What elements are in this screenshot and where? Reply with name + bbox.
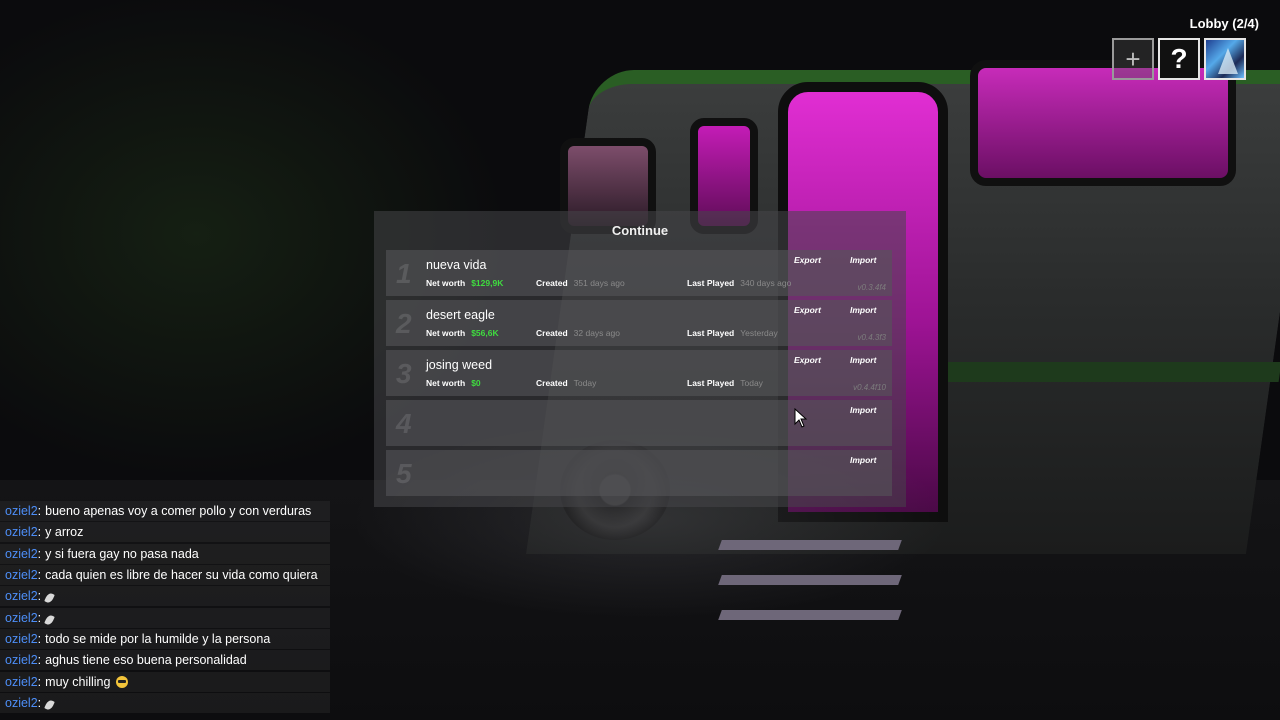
- step: [718, 575, 902, 585]
- chat-message: oziel2: cada quien es libre de hacer su v…: [0, 565, 330, 586]
- player-avatar[interactable]: [1204, 38, 1246, 80]
- chat-message: oziel2:: [0, 607, 330, 628]
- created-label: Created: [536, 278, 568, 288]
- created-label: Created: [536, 328, 568, 338]
- version-label: v0.3.4f4: [857, 283, 886, 292]
- chat-text: aghus tiene eso buena personalidad: [45, 653, 247, 668]
- slot-number: 2: [396, 308, 412, 339]
- net-worth-value: $0: [471, 378, 481, 388]
- chat-log: oziel2: bueno apenas voy a comer pollo y …: [0, 501, 330, 714]
- slot-number: 3: [396, 358, 412, 389]
- chat-message: oziel2: bueno apenas voy a comer pollo y …: [0, 501, 330, 521]
- chat-text: bueno apenas voy a comer pollo y con ver…: [45, 504, 312, 518]
- feather-emoji-icon: [44, 699, 55, 712]
- created: Created Today: [536, 378, 596, 388]
- created-value: 32 days ago: [573, 328, 620, 338]
- slot-number: 5: [396, 458, 412, 489]
- net-worth-label: Net worth: [426, 278, 466, 288]
- import-button[interactable]: Import: [850, 455, 876, 465]
- import-button[interactable]: Import: [850, 355, 876, 365]
- export-button[interactable]: Export: [794, 255, 821, 265]
- chat-username: oziel2: [5, 696, 38, 711]
- net-worth-label: Net worth: [426, 378, 466, 388]
- chat-text: y si fuera gay no pasa nada: [45, 546, 199, 561]
- lobby-label: Lobby (2/4): [1189, 16, 1259, 31]
- chat-message: oziel2: muy chilling: [0, 671, 330, 692]
- save-name: josing weed: [426, 358, 493, 372]
- feather-emoji-icon: [44, 592, 55, 605]
- net-worth: Net worth $0: [426, 378, 481, 388]
- chat-message: oziel2: y si fuera gay no pasa nada: [0, 543, 330, 564]
- export-button[interactable]: Export: [794, 355, 821, 365]
- chat-username: oziel2: [5, 546, 38, 561]
- net-worth: Net worth $129,9K: [426, 278, 503, 288]
- question-mark-icon: ?: [1170, 43, 1188, 74]
- save-name: desert eagle: [426, 308, 495, 322]
- chat-username: oziel2: [5, 632, 38, 647]
- chat-text: muy chilling: [45, 674, 111, 689]
- feather-emoji-icon: [44, 613, 55, 626]
- save-slot-3[interactable]: 3 josing weed Net worth $0 Created Today L…: [386, 350, 892, 396]
- last-played-value: Yesterday: [740, 328, 778, 338]
- last-played-value: Today: [740, 378, 763, 388]
- save-slot-1[interactable]: 1 nueva vida Net worth $129,9K Created 351…: [386, 250, 892, 296]
- import-button[interactable]: Import: [850, 405, 876, 415]
- net-worth-value: $56,6K: [471, 328, 499, 338]
- chat-username: oziel2: [5, 589, 38, 604]
- step: [718, 540, 902, 550]
- save-name: nueva vida: [426, 258, 487, 272]
- created: Created 32 days ago: [536, 328, 620, 338]
- unknown-player-slot[interactable]: ?: [1158, 38, 1200, 80]
- sunglasses-emoji-icon: [116, 675, 129, 688]
- chat-username: oziel2: [5, 653, 38, 668]
- lobby-slots: + ?: [1112, 38, 1246, 80]
- chat-message: oziel2: todo se mide por la humilde y la …: [0, 629, 330, 650]
- created-value: 351 days ago: [573, 278, 625, 288]
- net-worth-label: Net worth: [426, 328, 466, 338]
- last-played-label: Last Played: [687, 378, 735, 388]
- chat-message: oziel2:: [0, 693, 330, 714]
- last-played-label: Last Played: [687, 278, 735, 288]
- chat-text: cada quien es libre de hacer su vida com…: [45, 568, 318, 583]
- chat-text: y arroz: [45, 525, 84, 540]
- net-worth: Net worth $56,6K: [426, 328, 499, 338]
- avatar-image: [1218, 48, 1238, 74]
- chat-message: oziel2:: [0, 586, 330, 607]
- export-button[interactable]: Export: [794, 305, 821, 315]
- import-button[interactable]: Import: [850, 305, 876, 315]
- chat-text: todo se mide por la humilde y la persona: [45, 632, 271, 647]
- slot-number: 1: [396, 258, 412, 289]
- rv-steps: [718, 500, 920, 640]
- continue-panel: Continue 1 nueva vida Net worth $129,9K C…: [374, 211, 906, 507]
- last-played-label: Last Played: [687, 328, 735, 338]
- chat-username: oziel2: [5, 504, 38, 518]
- created-label: Created: [536, 378, 568, 388]
- net-worth-value: $129,9K: [471, 278, 504, 288]
- chat-message: oziel2: aghus tiene eso buena personalida…: [0, 650, 330, 671]
- created: Created 351 days ago: [536, 278, 625, 288]
- created-value: Today: [573, 378, 597, 388]
- version-label: v0.4.4f10: [853, 383, 886, 392]
- version-label: v0.4.3f3: [857, 333, 886, 342]
- chat-username: oziel2: [5, 568, 38, 583]
- last-played: Last Played 340 days ago: [687, 278, 791, 288]
- slot-number: 4: [396, 408, 412, 439]
- plus-icon: +: [1125, 43, 1141, 74]
- chat-message: oziel2: y arroz: [0, 522, 330, 543]
- import-button[interactable]: Import: [850, 255, 876, 265]
- panel-title: Continue: [611, 223, 669, 238]
- last-played: Last Played Yesterday: [687, 328, 778, 338]
- save-slot-4-empty[interactable]: 4 Import: [386, 400, 892, 446]
- step: [718, 610, 902, 620]
- chat-username: oziel2: [5, 674, 38, 689]
- save-slot-5-empty[interactable]: 5 Import: [386, 450, 892, 496]
- chat-username: oziel2: [5, 525, 38, 540]
- invite-player-button[interactable]: +: [1112, 38, 1154, 80]
- last-played: Last Played Today: [687, 378, 763, 388]
- last-played-value: 340 days ago: [740, 278, 792, 288]
- chat-username: oziel2: [5, 610, 38, 625]
- save-slot-2[interactable]: 2 desert eagle Net worth $56,6K Created 32…: [386, 300, 892, 346]
